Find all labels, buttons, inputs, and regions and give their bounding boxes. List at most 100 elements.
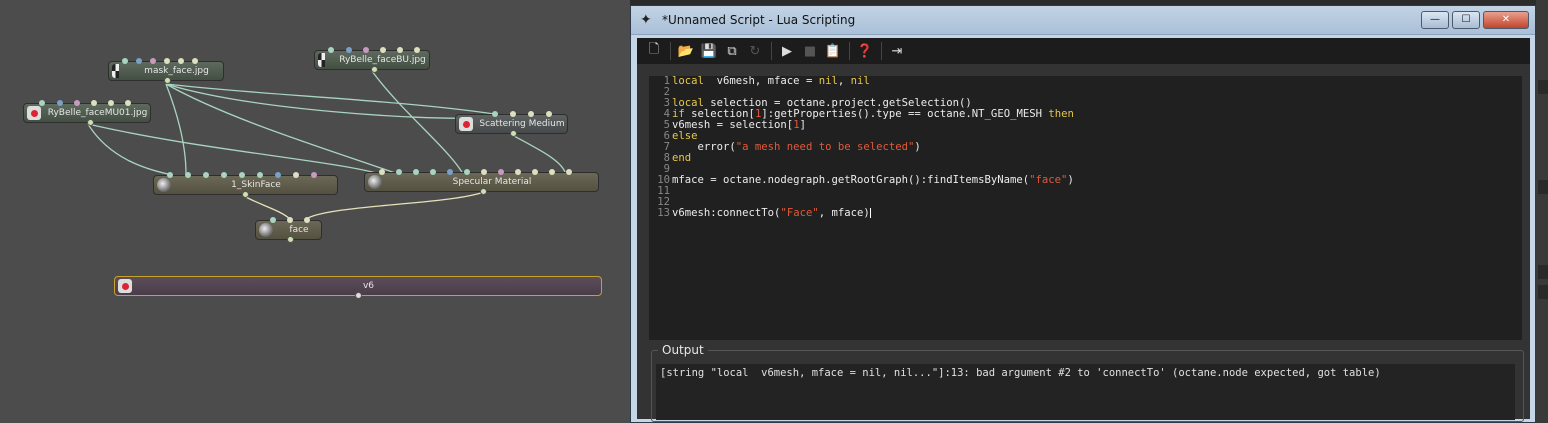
input-pin[interactable] <box>414 47 420 53</box>
output-label: Output <box>658 343 708 357</box>
output-pin[interactable] <box>242 191 249 198</box>
output-text[interactable]: [string "local v6mesh, mface = nil, nil.… <box>656 364 1515 420</box>
input-pin[interactable] <box>379 169 385 175</box>
input-pin[interactable] <box>185 172 191 178</box>
input-pin[interactable] <box>447 169 453 175</box>
input-pin[interactable] <box>549 169 555 175</box>
code-line[interactable]: 7 error("a mesh need to be selected") <box>649 142 1522 153</box>
input-pin[interactable] <box>397 47 403 53</box>
output-pin[interactable] <box>480 188 487 195</box>
reload-icon[interactable]: ↻ <box>744 41 766 61</box>
code-line[interactable]: 11 <box>649 186 1522 197</box>
node-v6-mesh[interactable]: v6 <box>114 276 602 299</box>
input-pin[interactable] <box>39 100 45 106</box>
code-token: ) <box>914 141 921 153</box>
input-pin[interactable] <box>167 172 173 178</box>
input-pin[interactable] <box>328 47 334 53</box>
input-pin[interactable] <box>136 58 142 64</box>
lua-scripting-window[interactable]: ✦ *Unnamed Script - Lua Scripting — ☐ ✕ … <box>630 5 1536 423</box>
code-editor[interactable]: 1 local v6mesh, mface = nil, nil 2 3 local s… <box>649 76 1522 340</box>
input-pin[interactable] <box>275 172 281 178</box>
node-face-mix[interactable]: face <box>255 217 322 243</box>
stop-icon[interactable]: ■ <box>799 41 821 61</box>
texture-icon <box>112 64 126 78</box>
input-pin[interactable] <box>346 47 352 53</box>
input-pin[interactable] <box>150 58 156 64</box>
code-token: local <box>672 75 704 87</box>
input-pin[interactable] <box>91 100 97 106</box>
node-skinface-material[interactable]: 1_SkinFace <box>153 172 338 198</box>
output-pin[interactable] <box>510 130 517 137</box>
code-token: ) <box>1067 174 1074 186</box>
input-pin[interactable] <box>363 47 369 53</box>
run-icon[interactable]: ▶ <box>776 41 798 61</box>
input-pin[interactable] <box>270 217 276 223</box>
save-icon[interactable]: 💾 <box>698 41 720 61</box>
code-token: then <box>1048 108 1074 120</box>
node-graph-canvas[interactable]: mask_face.jpg RyBelle_faceBU.jpg RyBelle… <box>0 0 630 423</box>
input-pin[interactable] <box>515 169 521 175</box>
background-window-strip <box>1536 0 1548 423</box>
title-bar[interactable]: ✦ *Unnamed Script - Lua Scripting — ☐ ✕ <box>631 6 1535 35</box>
input-pin[interactable] <box>257 172 263 178</box>
code-line[interactable]: 13 v6mesh:connectTo("Face", mface) <box>649 208 1522 219</box>
input-pin[interactable] <box>221 172 227 178</box>
input-pin[interactable] <box>122 58 128 64</box>
input-pin[interactable] <box>239 172 245 178</box>
maximize-button[interactable]: ☐ <box>1452 11 1480 29</box>
input-pin[interactable] <box>510 111 516 117</box>
line-code: local v6mesh, mface = nil, nil <box>672 76 870 87</box>
input-pin[interactable] <box>528 111 534 117</box>
input-pin[interactable] <box>566 169 572 175</box>
node-mask-face[interactable]: mask_face.jpg <box>108 58 224 84</box>
new-file-icon[interactable]: 🗋 <box>643 41 665 61</box>
code-line[interactable]: 10 mface = octane.nodegraph.getRootGraph(… <box>649 175 1522 186</box>
input-pin[interactable] <box>413 169 419 175</box>
input-pin[interactable] <box>464 169 470 175</box>
code-line[interactable]: 5 v6mesh = selection[1] <box>649 120 1522 131</box>
input-pin[interactable] <box>311 172 317 178</box>
input-pin[interactable] <box>203 172 209 178</box>
input-pin[interactable] <box>192 58 198 64</box>
paste-icon[interactable]: 📋 <box>822 41 844 61</box>
input-pin[interactable] <box>287 217 293 223</box>
input-pin[interactable] <box>108 100 114 106</box>
input-pin[interactable] <box>380 47 386 53</box>
output-pin[interactable] <box>355 292 362 299</box>
input-pin[interactable] <box>178 58 184 64</box>
input-pin[interactable] <box>396 169 402 175</box>
input-pin[interactable] <box>125 100 131 106</box>
output-pin[interactable] <box>87 119 94 126</box>
node-rybelle-facemu01[interactable]: RyBelle_faceMU01.jpg <box>23 100 151 126</box>
open-file-icon[interactable]: 📂 <box>675 41 697 61</box>
code-token: , <box>837 75 851 87</box>
code-line[interactable]: 1 local v6mesh, mface = nil, nil <box>649 76 1522 87</box>
input-pin[interactable] <box>293 172 299 178</box>
save-as-icon[interactable]: ⧉ <box>721 41 743 61</box>
material-icon <box>157 178 171 192</box>
input-pin[interactable] <box>164 58 170 64</box>
output-pin[interactable] <box>164 77 171 84</box>
output-pin[interactable] <box>287 236 294 243</box>
input-pin[interactable] <box>430 169 436 175</box>
output-pin[interactable] <box>371 66 378 73</box>
close-button[interactable]: ✕ <box>1483 11 1529 29</box>
node-scattering-medium[interactable]: Scattering Medium <box>455 111 568 137</box>
input-pin[interactable] <box>481 169 487 175</box>
code-line[interactable]: 8 end <box>649 153 1522 164</box>
input-pin[interactable] <box>492 111 498 117</box>
input-pin[interactable] <box>532 169 538 175</box>
code-token: "face" <box>1029 174 1068 186</box>
input-pin[interactable] <box>57 100 63 106</box>
node-rybelle-facebu[interactable]: RyBelle_faceBU.jpg <box>314 47 430 73</box>
input-pin[interactable] <box>546 111 552 117</box>
input-pin[interactable] <box>498 169 504 175</box>
help-icon[interactable]: ❓ <box>854 41 876 61</box>
mesh-icon <box>118 279 132 293</box>
node-specular-material[interactable]: Specular Material <box>364 169 599 195</box>
input-pin[interactable] <box>304 217 310 223</box>
input-pin[interactable] <box>74 100 80 106</box>
toolbar-separator <box>771 42 772 60</box>
minimize-button[interactable]: — <box>1421 11 1449 29</box>
exit-icon[interactable]: ⇥ <box>886 41 908 61</box>
